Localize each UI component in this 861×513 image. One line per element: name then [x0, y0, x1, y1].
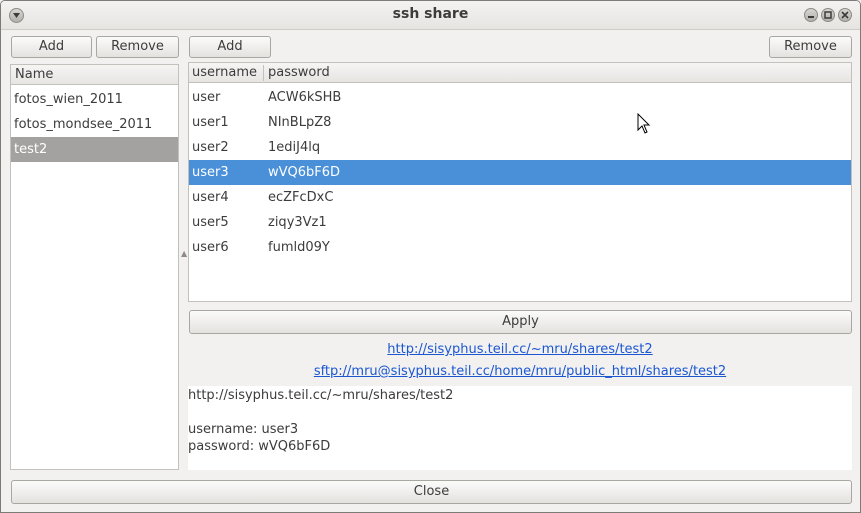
user-table: username password user ACW6kSHB user1 NI… [188, 62, 852, 302]
column-separator[interactable] [263, 65, 264, 81]
share-info-text[interactable]: http://sisyphus.teil.cc/~mru/shares/test… [188, 386, 852, 470]
table-row[interactable]: user5 ziqy3Vz1 [189, 210, 851, 235]
http-link[interactable]: http://sisyphus.teil.cc/~mru/shares/test… [188, 342, 852, 357]
username-cell: user3 [192, 165, 229, 180]
share-list-item-selected[interactable]: test2 [11, 137, 178, 162]
table-row[interactable]: user4 ecZFcDxC [189, 185, 851, 210]
table-row[interactable]: user2 1ediJ4lq [189, 135, 851, 160]
apply-button[interactable]: Apply [189, 310, 852, 334]
close-button[interactable]: Close [11, 480, 852, 504]
username-cell: user1 [192, 115, 229, 130]
left-add-button[interactable]: Add [11, 36, 92, 58]
minimize-icon[interactable] [804, 8, 818, 22]
splitter-handle-icon[interactable]: ▲ [181, 249, 187, 258]
password-cell: ACW6kSHB [268, 90, 342, 105]
sftp-link-text[interactable]: sftp://mru@sisyphus.teil.cc/home/mru/pub… [314, 364, 726, 379]
user-table-header: username password [189, 63, 851, 83]
column-username[interactable]: username [192, 63, 257, 82]
table-row-selected[interactable]: user3 wVQ6bF6D [189, 160, 851, 185]
left-remove-button[interactable]: Remove [96, 36, 179, 58]
sftp-link[interactable]: sftp://mru@sisyphus.teil.cc/home/mru/pub… [188, 364, 852, 379]
password-cell: ecZFcDxC [268, 190, 334, 205]
password-cell: fumld09Y [268, 240, 330, 255]
password-cell: ziqy3Vz1 [268, 215, 327, 230]
table-row[interactable]: user ACW6kSHB [189, 85, 851, 110]
app-window: ssh share Add Remove Name fotos_wien_201… [0, 0, 861, 513]
mouse-pointer-icon [637, 113, 651, 134]
title-bar: ssh share [1, 1, 860, 30]
table-row[interactable]: user6 fumld09Y [189, 235, 851, 260]
password-cell: wVQ6bF6D [268, 165, 341, 180]
right-remove-button[interactable]: Remove [769, 36, 852, 58]
close-window-icon[interactable] [838, 8, 852, 22]
share-list: Name fotos_wien_2011 fotos_mondsee_2011 … [10, 64, 179, 470]
share-list-item[interactable]: fotos_wien_2011 [11, 87, 178, 112]
password-cell: 1ediJ4lq [268, 140, 321, 155]
maximize-icon[interactable] [821, 8, 835, 22]
info-username: username: user3 [188, 422, 299, 437]
username-cell: user5 [192, 215, 229, 230]
username-cell: user [192, 90, 221, 105]
table-row[interactable]: user1 NInBLpZ8 [189, 110, 851, 135]
username-cell: user2 [192, 140, 229, 155]
http-link-text[interactable]: http://sisyphus.teil.cc/~mru/shares/test… [387, 342, 652, 357]
share-list-item[interactable]: fotos_mondsee_2011 [11, 112, 178, 137]
column-password[interactable]: password [268, 63, 330, 82]
info-url: http://sisyphus.teil.cc/~mru/shares/test… [188, 388, 454, 403]
right-add-button[interactable]: Add [189, 36, 271, 58]
window-title: ssh share [392, 6, 469, 22]
username-cell: user4 [192, 190, 229, 205]
share-list-header[interactable]: Name [11, 65, 178, 85]
password-cell: NInBLpZ8 [268, 115, 332, 130]
info-password: password: wVQ6bF6D [188, 439, 331, 454]
username-cell: user6 [192, 240, 229, 255]
